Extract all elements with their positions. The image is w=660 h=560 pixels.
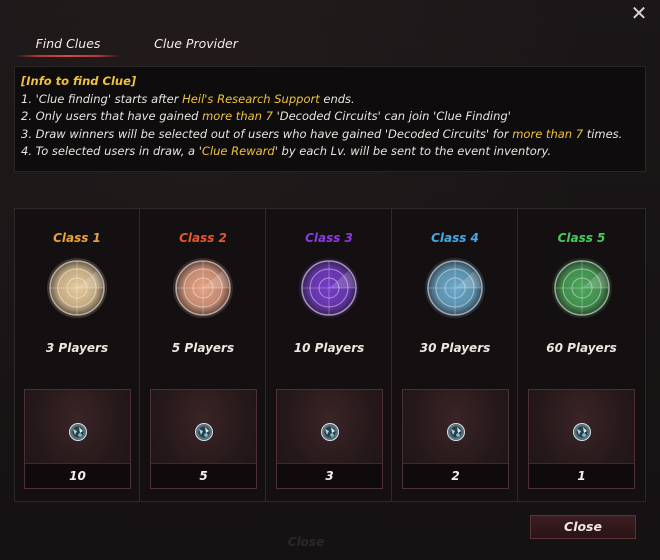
reward-item-icon[interactable] <box>68 422 88 442</box>
info-text: 'Decoded Circuits' can join 'Clue Findin… <box>272 109 511 123</box>
class-column-2: Class 2 5 Players 5 <box>141 209 266 501</box>
info-text: ' by each Lv. will be sent to the event … <box>274 144 552 158</box>
reward-amount: 10 <box>25 463 130 488</box>
class-reward-panel: Class 13 Players 10 Class 25 Players 5 Class… <box>14 208 646 502</box>
info-line-1: 1. 'Clue finding' starts after Heil's Re… <box>21 91 639 109</box>
info-header: [Info to find Clue] <box>21 74 137 88</box>
player-count: 60 Players <box>546 341 617 355</box>
class-column-1: Class 1 3 Players 10 <box>15 209 140 501</box>
player-count: 5 Players <box>171 341 235 355</box>
close-button[interactable]: Close <box>530 515 636 539</box>
radar-icon <box>551 258 612 318</box>
tab-clue-provider[interactable]: Clue Provider <box>136 34 256 58</box>
reward-item-icon[interactable] <box>572 422 592 442</box>
reward-slot[interactable]: 10 <box>24 389 131 489</box>
class-column-3: Class 3 10 Players 3 <box>267 209 392 501</box>
class-name: Class 4 <box>431 231 479 245</box>
tab-find-clues[interactable]: Find Clues <box>16 34 120 58</box>
class-name: Class 1 <box>53 231 101 245</box>
reward-amount: 1 <box>529 463 634 488</box>
info-text: 2. Only users that have gained <box>21 109 203 123</box>
reward-slot[interactable]: 1 <box>528 389 635 489</box>
player-count: 3 Players <box>45 341 109 355</box>
reward-slot[interactable]: 5 <box>150 389 257 489</box>
clue-event-window: ✕ Find Clues Clue Provider [Info to find… <box>0 0 660 560</box>
radar-icon <box>47 258 107 318</box>
class-column-5: Class 5 60 Players 1 <box>519 209 644 501</box>
info-box: [Info to find Clue] 1. 'Clue finding' st… <box>14 66 646 172</box>
info-highlight: more than 7 <box>202 109 273 123</box>
reward-item-icon[interactable] <box>194 422 214 442</box>
class-column-4: Class 4 30 Players 2 <box>393 209 518 501</box>
info-text: 4. To selected users in draw, a ' <box>21 144 202 158</box>
reward-slot[interactable]: 3 <box>276 389 383 489</box>
radar-icon <box>425 258 485 318</box>
class-name: Class 3 <box>305 231 353 245</box>
background-close-label: Close <box>287 535 325 549</box>
reward-item-icon[interactable] <box>320 422 340 442</box>
reward-slot[interactable]: 2 <box>402 389 509 489</box>
info-line-3: 3. Draw winners will be selected out of … <box>21 126 639 144</box>
reward-amount: 2 <box>403 463 508 488</box>
info-text: 1. 'Clue finding' starts after <box>21 91 183 106</box>
info-highlight: Clue Reward <box>201 144 275 158</box>
player-count: 10 Players <box>293 341 365 355</box>
class-name: Class 2 <box>179 231 227 245</box>
reward-amount: 3 <box>277 463 382 488</box>
reward-item-icon[interactable] <box>446 422 466 442</box>
info-line-4: 4. To selected users in draw, a 'Clue Re… <box>21 143 639 161</box>
radar-icon <box>299 258 359 318</box>
info-highlight: more than 7 <box>512 126 584 141</box>
player-count: 30 Players <box>419 341 491 355</box>
info-text: 3. Draw winners will be selected out of … <box>21 126 513 141</box>
info-highlight: Heil's Research Support <box>182 91 320 106</box>
info-text: times. <box>583 126 623 141</box>
reward-amount: 5 <box>151 463 256 488</box>
class-name: Class 5 <box>557 231 606 245</box>
info-text: ends. <box>319 91 355 106</box>
info-line-2: 2. Only users that have gained more than… <box>21 108 639 126</box>
radar-icon <box>173 258 233 318</box>
close-icon[interactable]: ✕ <box>628 2 650 24</box>
